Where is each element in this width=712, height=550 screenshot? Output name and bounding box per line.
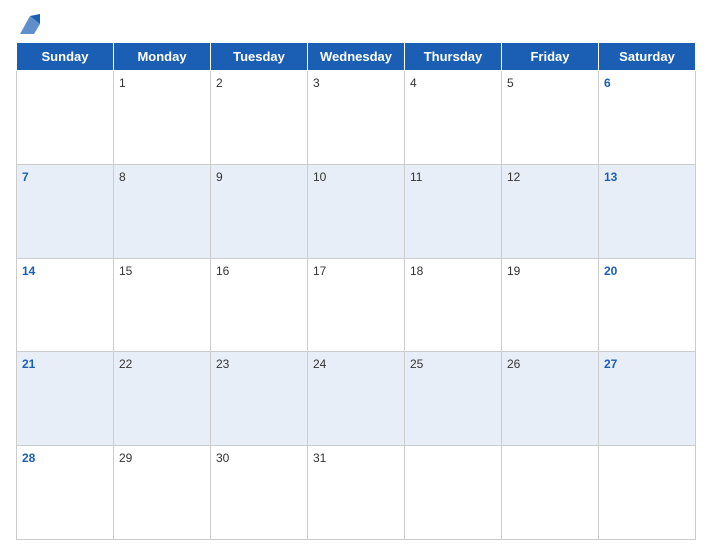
calendar-cell: 6 <box>599 71 696 165</box>
calendar-cell: 23 <box>211 352 308 446</box>
day-number: 11 <box>410 170 422 184</box>
logo <box>16 10 48 38</box>
day-number: 23 <box>216 357 229 371</box>
calendar-cell: 8 <box>114 164 211 258</box>
calendar-cell: 17 <box>308 258 405 352</box>
day-number: 13 <box>604 170 617 184</box>
calendar-cell: 13 <box>599 164 696 258</box>
day-number: 9 <box>216 170 223 184</box>
day-number: 29 <box>119 451 132 465</box>
weekday-header-friday: Friday <box>502 43 599 71</box>
calendar-cell: 19 <box>502 258 599 352</box>
day-number: 1 <box>119 76 126 90</box>
weekday-header-tuesday: Tuesday <box>211 43 308 71</box>
weekday-header-monday: Monday <box>114 43 211 71</box>
day-number: 26 <box>507 357 520 371</box>
calendar-cell: 1 <box>114 71 211 165</box>
day-number: 24 <box>313 357 326 371</box>
logo-bird-icon <box>16 10 44 38</box>
calendar-cell: 27 <box>599 352 696 446</box>
weekday-header-sunday: Sunday <box>17 43 114 71</box>
calendar-cell: 2 <box>211 71 308 165</box>
calendar-header-row: SundayMondayTuesdayWednesdayThursdayFrid… <box>17 43 696 71</box>
calendar-cell: 12 <box>502 164 599 258</box>
calendar-cell: 25 <box>405 352 502 446</box>
day-number: 20 <box>604 264 617 278</box>
calendar-cell: 29 <box>114 446 211 540</box>
calendar-cell: 9 <box>211 164 308 258</box>
day-number: 31 <box>313 451 326 465</box>
calendar-cell: 4 <box>405 71 502 165</box>
day-number: 6 <box>604 76 611 90</box>
calendar-cell: 11 <box>405 164 502 258</box>
day-number: 25 <box>410 357 423 371</box>
day-number: 27 <box>604 357 617 371</box>
calendar-cell <box>502 446 599 540</box>
calendar-cell: 18 <box>405 258 502 352</box>
calendar-week-row: 7 8 9 10 11 12 13 <box>17 164 696 258</box>
calendar-cell: 10 <box>308 164 405 258</box>
calendar-body: 1234567891011121314151617181920212223242… <box>17 71 696 540</box>
calendar-cell: 31 <box>308 446 405 540</box>
calendar-table: SundayMondayTuesdayWednesdayThursdayFrid… <box>16 42 696 540</box>
weekday-header-saturday: Saturday <box>599 43 696 71</box>
day-number: 8 <box>119 170 126 184</box>
day-number: 4 <box>410 76 417 90</box>
day-number: 18 <box>410 264 423 278</box>
calendar-week-row: 14 15 16 17 18 19 20 <box>17 258 696 352</box>
day-number: 12 <box>507 170 520 184</box>
day-number: 5 <box>507 76 514 90</box>
calendar-cell: 26 <box>502 352 599 446</box>
day-number: 7 <box>22 170 29 184</box>
calendar-cell: 3 <box>308 71 405 165</box>
day-number: 2 <box>216 76 223 90</box>
day-number: 15 <box>119 264 132 278</box>
day-number: 22 <box>119 357 132 371</box>
day-number: 19 <box>507 264 520 278</box>
calendar-cell: 20 <box>599 258 696 352</box>
calendar-header <box>16 10 696 38</box>
calendar-week-row: 1 2 3 4 5 6 <box>17 71 696 165</box>
weekday-header-wednesday: Wednesday <box>308 43 405 71</box>
day-number: 16 <box>216 264 229 278</box>
calendar-week-row: 21 22 23 24 25 26 27 <box>17 352 696 446</box>
day-number: 10 <box>313 170 326 184</box>
weekday-header-thursday: Thursday <box>405 43 502 71</box>
calendar-cell: 21 <box>17 352 114 446</box>
calendar-cell: 15 <box>114 258 211 352</box>
calendar-cell: 24 <box>308 352 405 446</box>
calendar-cell <box>17 71 114 165</box>
day-number: 28 <box>22 451 35 465</box>
day-number: 3 <box>313 76 320 90</box>
calendar-cell: 22 <box>114 352 211 446</box>
calendar-cell: 30 <box>211 446 308 540</box>
calendar-week-row: 28 29 30 31 <box>17 446 696 540</box>
calendar-cell: 16 <box>211 258 308 352</box>
calendar-cell: 7 <box>17 164 114 258</box>
calendar-cell <box>599 446 696 540</box>
day-number: 30 <box>216 451 229 465</box>
calendar-cell <box>405 446 502 540</box>
calendar-cell: 5 <box>502 71 599 165</box>
calendar-cell: 14 <box>17 258 114 352</box>
day-number: 21 <box>22 357 35 371</box>
calendar-cell: 28 <box>17 446 114 540</box>
day-number: 14 <box>22 264 35 278</box>
day-number: 17 <box>313 264 326 278</box>
